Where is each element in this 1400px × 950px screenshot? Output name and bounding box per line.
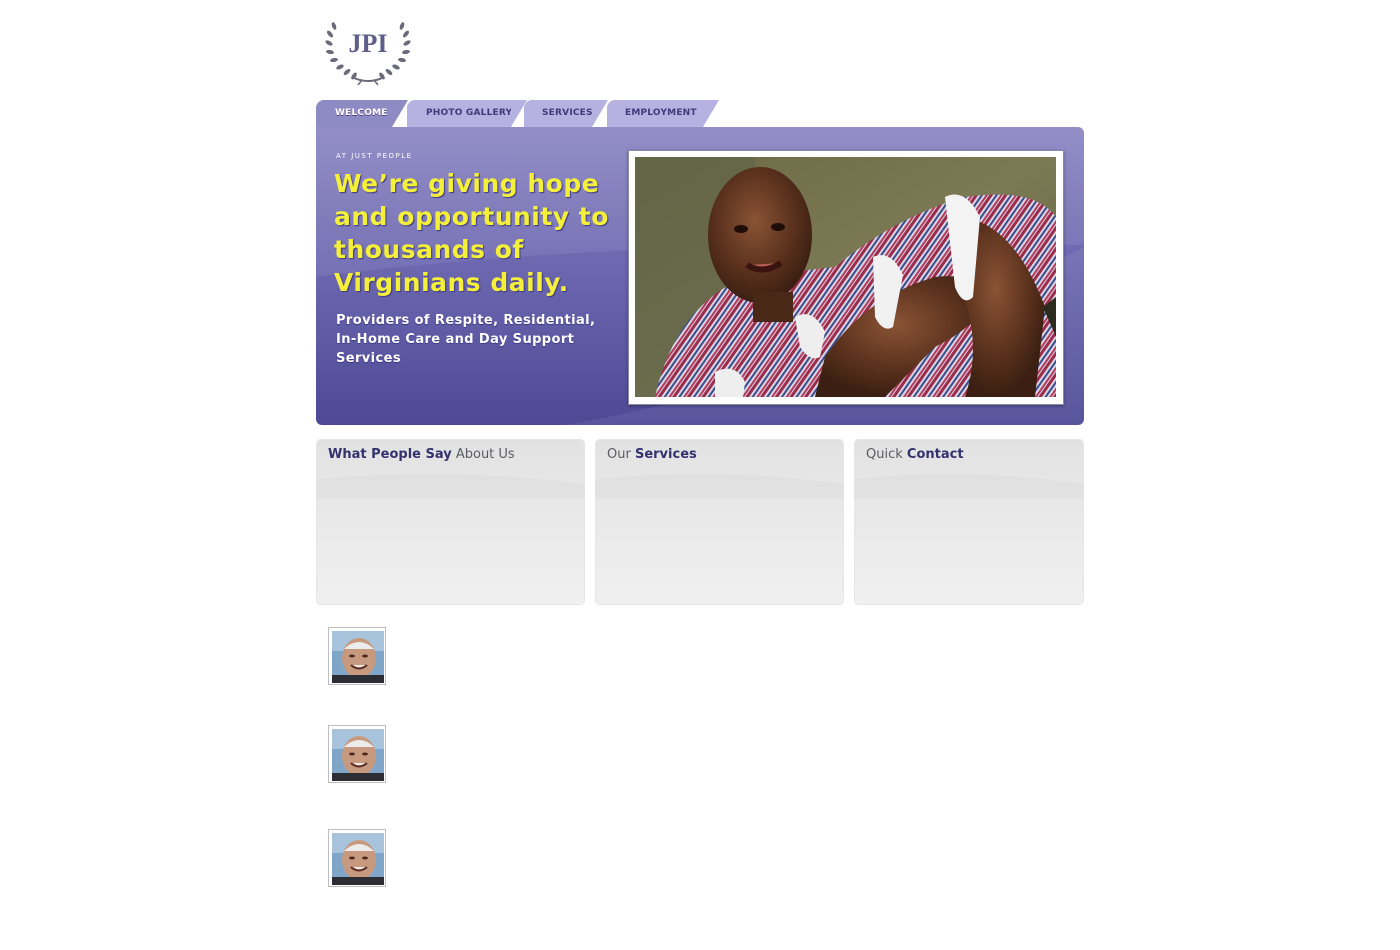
page: JPI WELCOME PHOTO GALLERY SERVICES EMPLO… (0, 0, 1400, 950)
hero-banner: AT JUST PEOPLE We’re giving hope and opp… (316, 127, 1084, 425)
tab-services-label: SERVICES (542, 108, 593, 118)
hero-photo-frame (628, 150, 1064, 405)
services-box: Our Services (595, 439, 844, 605)
logo-text: JPI (349, 29, 388, 58)
services-box-title: Our Services (607, 447, 697, 462)
testimonials-box: What People Say About Us (316, 439, 585, 605)
main-nav: WELCOME PHOTO GALLERY SERVICES EMPLOYMEN… (316, 100, 736, 128)
avatar-photo (332, 729, 384, 781)
tab-employment[interactable]: EMPLOYMENT (607, 100, 719, 127)
tab-employment-label: EMPLOYMENT (625, 108, 697, 118)
avatar-photo (332, 631, 384, 683)
hero-headline: We’re giving hope and opportunity to tho… (334, 169, 609, 297)
hero-photo (635, 157, 1056, 397)
contact-box-title: Quick Contact (866, 447, 964, 462)
hero-kicker: AT JUST PEOPLE (336, 152, 413, 160)
logo[interactable]: JPI (324, 12, 412, 86)
testimonial-avatar[interactable] (328, 627, 386, 685)
tab-photo-gallery[interactable]: PHOTO GALLERY (407, 100, 527, 127)
tab-welcome[interactable]: WELCOME (316, 100, 408, 127)
services-title-light: Our (607, 447, 631, 462)
avatar-photo (332, 833, 384, 885)
contact-title-strong: Contact (906, 447, 964, 462)
laurel-wreath-icon: JPI (325, 22, 411, 86)
services-title-strong: Services (634, 447, 697, 462)
testimonial-avatar[interactable] (328, 725, 386, 783)
testimonials-box-title: What People Say About Us (328, 447, 515, 462)
hero-subheading: Providers of Respite, Residential, In-Ho… (336, 313, 596, 366)
tab-welcome-label: WELCOME (335, 108, 388, 118)
quick-contact-box: Quick Contact (854, 439, 1084, 605)
testimonial-avatar[interactable] (328, 829, 386, 887)
testimonials-title-strong: What People Say (328, 447, 452, 462)
tab-services[interactable]: SERVICES (524, 100, 608, 127)
contact-title-light: Quick (866, 447, 903, 462)
tab-photo-gallery-label: PHOTO GALLERY (426, 108, 513, 118)
testimonials-title-light: About Us (455, 447, 515, 462)
